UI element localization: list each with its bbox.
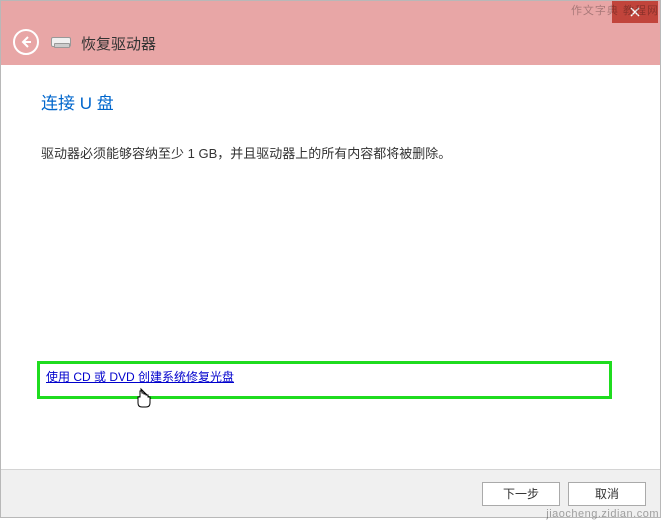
next-button[interactable]: 下一步 — [482, 482, 560, 506]
content-area: 连接 U 盘 驱动器必须能够容纳至少 1 GB，并且驱动器上的所有内容都将被删除… — [1, 65, 660, 469]
link-highlight-box: 使用 CD 或 DVD 创建系统修复光盘 — [37, 361, 612, 399]
watermark-site: jiaocheng.zidian.com — [546, 508, 659, 520]
create-repair-disc-link[interactable]: 使用 CD 或 DVD 创建系统修复光盘 — [46, 370, 234, 384]
back-button[interactable] — [13, 29, 39, 55]
window-title: 恢复驱动器 — [81, 33, 156, 54]
page-heading: 连接 U 盘 — [41, 89, 620, 114]
arrow-left-icon — [19, 35, 33, 49]
cancel-button[interactable]: 取消 — [568, 482, 646, 506]
drive-icon — [51, 37, 71, 49]
watermark-brand: 作文字典 教程网 — [571, 2, 659, 18]
cursor-icon — [135, 387, 155, 411]
dialog-window: 恢复驱动器 连接 U 盘 驱动器必须能够容纳至少 1 GB，并且驱动器上的所有内… — [0, 0, 661, 518]
titlebar: 恢复驱动器 — [1, 1, 660, 65]
instruction-text: 驱动器必须能够容纳至少 1 GB，并且驱动器上的所有内容都将被删除。 — [41, 144, 620, 165]
